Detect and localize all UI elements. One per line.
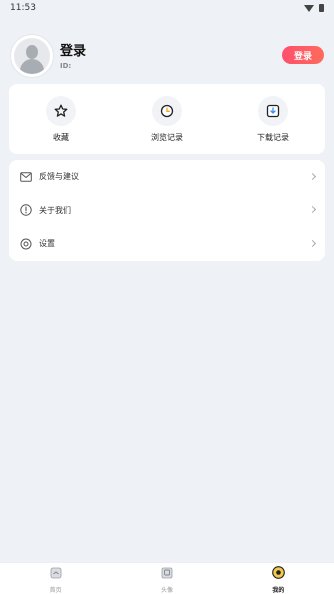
default-avatar-icon xyxy=(14,38,50,74)
menu-item-label: 关于我们 xyxy=(39,205,71,215)
status-icons xyxy=(304,4,324,12)
quick-actions-card: 收藏 浏览记录 下载记录 xyxy=(9,84,325,154)
profile-icon xyxy=(271,564,285,583)
download-icon xyxy=(258,96,288,126)
avatar-frame-icon xyxy=(161,564,173,583)
bottom-nav: 首页 头像 我的 xyxy=(0,562,334,594)
nav-avatar[interactable]: 头像 xyxy=(111,563,222,594)
menu-item-label: 设置 xyxy=(39,239,55,249)
chevron-right-icon xyxy=(308,239,317,248)
gear-icon xyxy=(19,237,32,250)
avatar[interactable] xyxy=(10,34,54,78)
profile-screen: 11:53 登录 ID: 登录 收藏 浏览记录 下载记录 反馈与建议 关于我们 … xyxy=(0,0,334,594)
menu-item-label: 反馈与建议 xyxy=(39,172,79,182)
username[interactable]: 登录 xyxy=(60,40,86,59)
nav-label: 头像 xyxy=(160,586,173,594)
login-button[interactable]: 登录 xyxy=(282,46,324,64)
clock-icon xyxy=(152,96,182,126)
quick-action-label: 收藏 xyxy=(53,133,69,142)
quick-action-history[interactable]: 浏览记录 xyxy=(137,84,197,154)
quick-action-favorites[interactable]: 收藏 xyxy=(31,84,91,154)
menu-item-settings[interactable]: 设置 xyxy=(9,227,325,261)
nav-label: 首页 xyxy=(49,586,62,594)
home-icon xyxy=(50,564,62,583)
profile-header: 登录 ID: 登录 xyxy=(10,34,324,78)
battery-icon xyxy=(319,4,324,12)
nav-home[interactable]: 首页 xyxy=(0,563,111,594)
wifi-icon xyxy=(304,4,314,12)
info-icon xyxy=(19,204,32,217)
nav-me[interactable]: 我的 xyxy=(223,563,334,594)
settings-list: 反馈与建议 关于我们 设置 xyxy=(9,160,325,261)
mail-icon xyxy=(19,170,32,183)
quick-action-label: 下载记录 xyxy=(257,133,289,142)
menu-item-feedback[interactable]: 反馈与建议 xyxy=(9,160,325,194)
chevron-right-icon xyxy=(308,172,317,180)
user-id-label: ID: xyxy=(60,62,72,70)
chevron-right-icon xyxy=(308,206,317,214)
quick-action-downloads[interactable]: 下载记录 xyxy=(243,84,303,154)
star-icon xyxy=(46,96,76,126)
status-bar: 11:53 xyxy=(0,0,334,16)
quick-action-label: 浏览记录 xyxy=(151,133,183,142)
nav-label: 我的 xyxy=(272,586,285,594)
status-time: 11:53 xyxy=(10,3,36,13)
menu-item-about[interactable]: 关于我们 xyxy=(9,194,325,228)
